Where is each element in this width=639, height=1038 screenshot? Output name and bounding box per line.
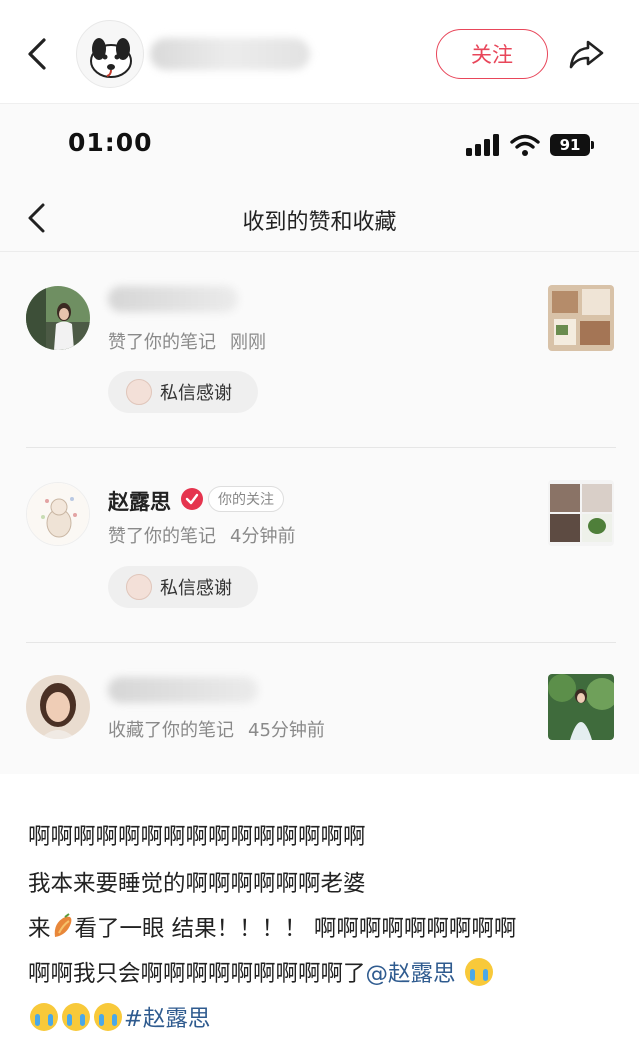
crying-face-icon <box>62 1003 90 1031</box>
action-text: 赞了你的笔记 刚刚 <box>108 328 280 354</box>
post-caption: 啊啊啊啊啊啊啊啊啊啊啊啊啊啊啊 我本来要睡觉的啊啊啊啊啊啊老婆 来看了一眼 结果… <box>0 775 639 1038</box>
author-avatar[interactable] <box>76 20 144 88</box>
crying-face-icon <box>30 1003 58 1031</box>
action-text: 赞了你的笔记 4分钟前 <box>108 522 309 548</box>
avatar[interactable] <box>26 675 90 739</box>
avatar[interactable] <box>26 286 90 350</box>
thumbnail-image <box>548 285 614 351</box>
caption-line: 啊啊我只会啊啊啊啊啊啊啊啊啊了@赵露思 <box>28 952 611 997</box>
note-thumbnail[interactable] <box>548 480 614 546</box>
sub-nav: 收到的赞和收藏 <box>0 184 639 252</box>
wifi-icon <box>510 134 540 156</box>
crying-face-icon <box>94 1003 122 1031</box>
status-bar: 01:00 91 <box>0 104 639 184</box>
caption-line: 来看了一眼 结果！！！！ 啊啊啊啊啊啊啊啊啊 <box>28 907 611 952</box>
crying-face-icon <box>464 958 493 986</box>
thank-sticker-icon <box>126 379 152 405</box>
action-label: 赞了你的笔记 <box>108 332 216 353</box>
list-item[interactable]: 赵露思 你的关注 赞了你的笔记 4分钟前 私信感谢 <box>0 448 639 642</box>
action-label: 赞了你的笔记 <box>108 526 216 547</box>
username-blurred <box>108 286 238 312</box>
sweet-potato-icon <box>54 913 71 937</box>
chevron-left-icon[interactable] <box>22 34 52 74</box>
note-thumbnail[interactable] <box>548 285 614 351</box>
thank-button[interactable]: 私信感谢 <box>108 566 258 608</box>
avatar-photo <box>26 675 90 739</box>
mention-link[interactable]: @赵露思 <box>366 961 456 987</box>
app-header: 关注 <box>0 0 639 104</box>
thank-sticker-icon <box>126 574 152 600</box>
verified-icon <box>181 488 203 510</box>
caption-line: 我本来要睡觉的啊啊啊啊啊啊老婆 <box>28 871 366 897</box>
thumbnail-image <box>548 674 614 740</box>
battery-level: 91 <box>550 134 590 156</box>
follow-button[interactable]: 关注 <box>436 29 548 79</box>
action-text: 收藏了你的笔记 45分钟前 <box>108 716 339 742</box>
share-icon[interactable] <box>566 34 608 74</box>
action-label: 收藏了你的笔记 <box>108 720 234 741</box>
avatar[interactable] <box>26 482 90 546</box>
note-thumbnail[interactable] <box>548 674 614 740</box>
thank-button[interactable]: 私信感谢 <box>108 371 258 413</box>
following-badge: 你的关注 <box>208 486 284 512</box>
page-title: 收到的赞和收藏 <box>242 210 397 235</box>
username-blurred <box>108 677 258 703</box>
list-item[interactable]: 收藏了你的笔记 45分钟前 <box>0 643 639 774</box>
caption-title: 啊啊啊啊啊啊啊啊啊啊啊啊啊啊啊 <box>28 824 366 850</box>
thank-label: 私信感谢 <box>160 383 232 404</box>
caption-line: #赵露思 <box>28 997 611 1038</box>
dog-avatar-icon <box>90 38 132 78</box>
avatar-illustration <box>27 483 89 545</box>
avatar-photo <box>26 286 90 350</box>
hashtag-link[interactable]: #赵露思 <box>124 1006 210 1032</box>
thank-label: 私信感谢 <box>160 578 232 599</box>
caption-text: 来 <box>28 916 51 942</box>
status-time: 01:00 <box>68 128 153 157</box>
username[interactable]: 赵露思 <box>108 486 171 516</box>
battery-indicator: 91 <box>550 134 596 156</box>
action-time: 4分钟前 <box>230 526 296 547</box>
notification-list: 赞了你的笔记 刚刚 私信感谢 赵露思 你的关注 赞了你的笔记 4分钟前 私信感谢… <box>0 252 639 774</box>
author-name-blurred <box>150 38 310 70</box>
caption-text: 啊啊我只会啊啊啊啊啊啊啊啊啊了 <box>28 961 366 987</box>
thumbnail-image <box>548 480 614 546</box>
battery-tip <box>591 141 594 149</box>
list-item[interactable]: 赞了你的笔记 刚刚 私信感谢 <box>0 252 639 447</box>
caption-text: 看了一眼 结果！！！！ 啊啊啊啊啊啊啊啊啊 <box>74 916 517 942</box>
signal-icon <box>466 134 499 156</box>
action-time: 刚刚 <box>230 332 266 353</box>
action-time: 45分钟前 <box>248 720 325 741</box>
